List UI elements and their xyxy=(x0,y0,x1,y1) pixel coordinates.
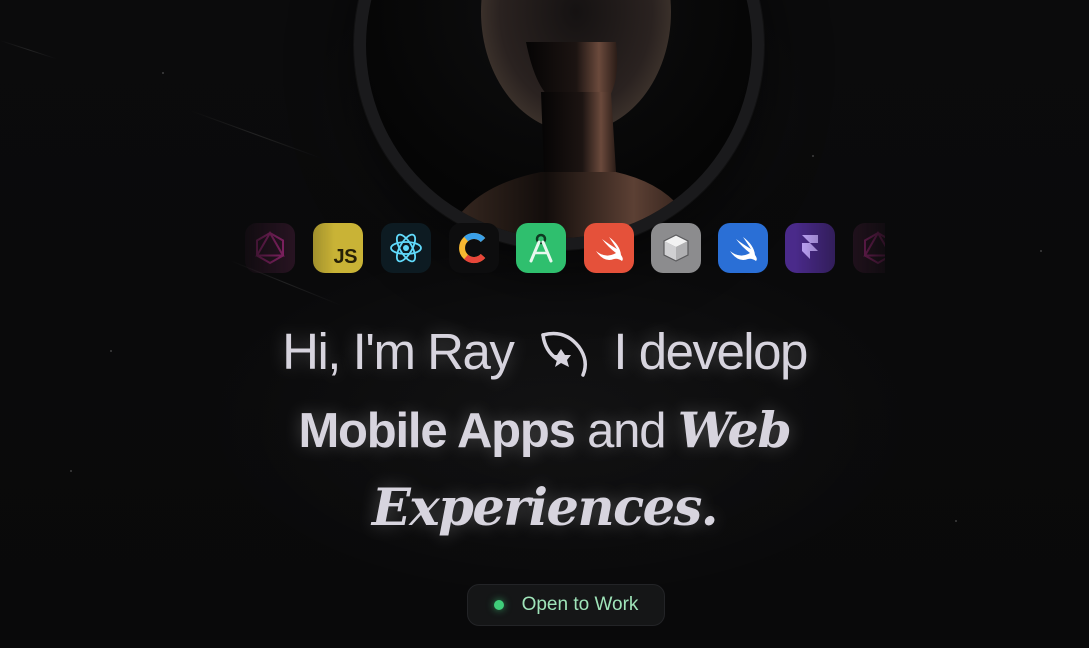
status-dot-icon xyxy=(493,600,504,610)
3d-box-icon xyxy=(651,223,701,273)
swift-icon xyxy=(584,223,634,273)
greeting-text: Hi, I'm Ray xyxy=(282,323,515,380)
headline-line-3: Experiences. xyxy=(0,478,1089,538)
star xyxy=(162,72,164,74)
experiences-text: Experiences. xyxy=(371,478,719,538)
star xyxy=(812,155,814,157)
c-language-icon xyxy=(449,223,499,273)
star xyxy=(70,470,72,472)
framer-icon xyxy=(785,223,835,273)
android-studio-icon xyxy=(516,223,566,273)
headline-line-2: Mobile Apps and Web xyxy=(0,401,1089,459)
and-text: and xyxy=(574,404,678,458)
wave-hand-icon xyxy=(535,325,595,381)
open-to-work-badge[interactable]: Open to Work xyxy=(467,584,665,626)
javascript-icon-label: JS xyxy=(333,246,358,268)
star xyxy=(1040,250,1042,252)
tech-stack-row: JS xyxy=(245,223,903,273)
mobile-apps-text: Mobile Apps xyxy=(298,404,575,458)
graphql-icon xyxy=(245,223,295,273)
status-label: Open to Work xyxy=(521,594,639,615)
javascript-icon: JS xyxy=(313,223,363,273)
headline-line-1: Hi, I'm Ray I develop xyxy=(0,322,1089,381)
develop-text: I develop xyxy=(613,323,808,380)
web-text: Web xyxy=(677,401,792,459)
react-icon xyxy=(381,223,431,273)
swiftui-icon xyxy=(718,223,768,273)
